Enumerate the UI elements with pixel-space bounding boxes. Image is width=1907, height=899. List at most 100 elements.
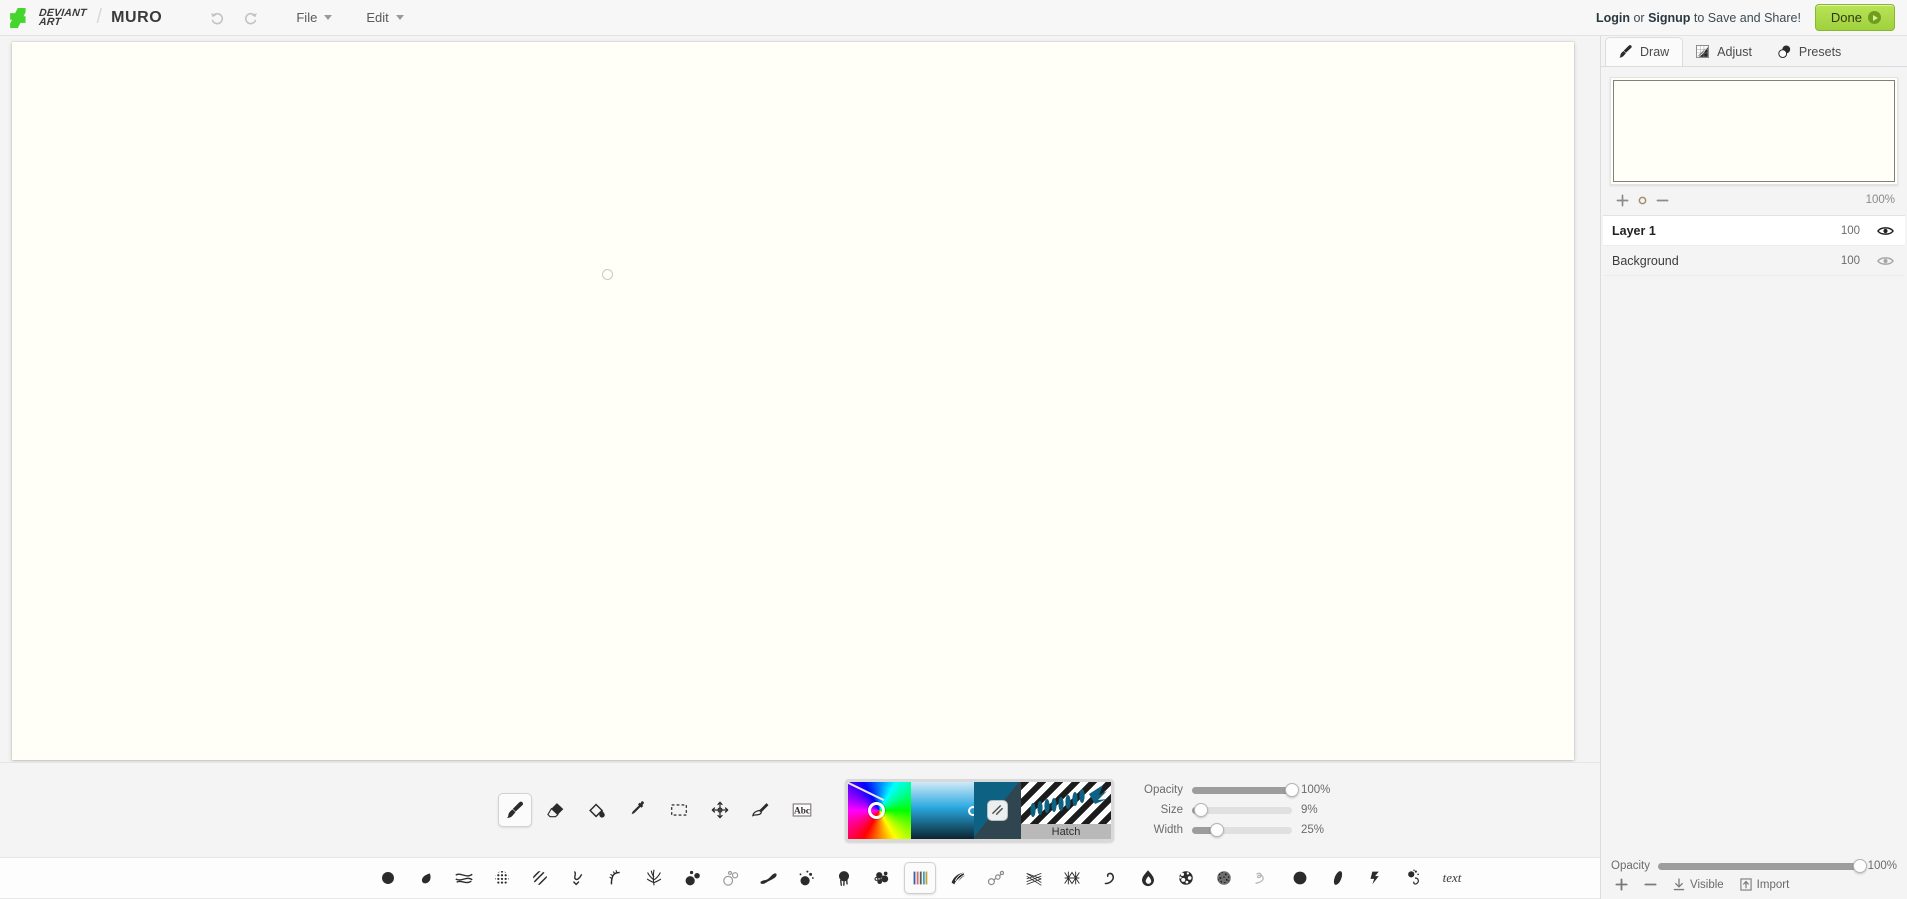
layer-row[interactable]: Background 100	[1603, 246, 1905, 276]
opacity-slider-label: Opacity	[1144, 784, 1183, 796]
menu-edit[interactable]: Edit	[364, 7, 405, 28]
undo-icon[interactable]	[208, 9, 226, 27]
deviantart-mark-icon	[10, 7, 26, 28]
brush-feather[interactable]	[600, 862, 632, 894]
brush-scribble-mesh[interactable]	[1056, 862, 1088, 894]
color-and-brush-block: Hatch	[845, 778, 1114, 842]
brush-oval[interactable]	[1322, 862, 1354, 894]
color-swatch[interactable]	[974, 781, 1021, 839]
brush-solid-dot-icon	[1293, 871, 1307, 885]
zoom-level: 100%	[1865, 194, 1895, 206]
brush-ribbon[interactable]	[448, 862, 480, 894]
select-tool[interactable]	[662, 793, 696, 827]
tab-draw[interactable]: Draw	[1605, 37, 1684, 67]
app-name: MURO	[111, 8, 163, 26]
brush-diagonal[interactable]	[524, 862, 556, 894]
brush-grass[interactable]	[638, 862, 670, 894]
chevron-down-icon	[324, 15, 333, 20]
brush-lightning[interactable]	[1360, 862, 1392, 894]
opacity-slider[interactable]	[1192, 783, 1299, 797]
login-link[interactable]: Login	[1596, 11, 1630, 25]
menu-file[interactable]: File	[294, 7, 334, 28]
brush-icon	[1619, 45, 1632, 58]
swap-colors-icon[interactable]	[987, 799, 1008, 821]
add-layer-button[interactable]	[1615, 878, 1628, 891]
redo-icon[interactable]	[242, 9, 260, 27]
width-slider-handle[interactable]	[1210, 823, 1224, 837]
signup-link[interactable]: Signup	[1648, 11, 1690, 25]
brush-teardrop[interactable]	[410, 862, 442, 894]
brush-round[interactable]	[372, 862, 404, 894]
brush-dotted-grid[interactable]	[486, 862, 518, 894]
brush-curl[interactable]	[1094, 862, 1126, 894]
brush-splatter-icon	[799, 870, 814, 886]
opacity-slider-handle[interactable]	[1285, 783, 1299, 797]
visible-button[interactable]: Visible	[1673, 878, 1724, 891]
text-tool[interactable]: Abc	[785, 793, 819, 827]
color-wheel-handle[interactable]	[868, 801, 885, 819]
brush-drip[interactable]	[828, 862, 860, 894]
brush-cluster[interactable]	[866, 862, 898, 894]
canvas-thumbnail[interactable]	[1610, 77, 1898, 185]
brush-hatch[interactable]	[904, 862, 936, 894]
brush-sketch[interactable]	[1246, 862, 1278, 894]
eye-visible-icon	[1876, 226, 1894, 235]
color-shade-picker[interactable]	[911, 781, 978, 839]
brush-smear[interactable]	[752, 862, 784, 894]
layer-row[interactable]: Layer 1 100	[1603, 216, 1905, 246]
brush-flame[interactable]	[1132, 862, 1164, 894]
tab-presets[interactable]: Presets	[1765, 38, 1854, 66]
brush-chain[interactable]	[980, 862, 1012, 894]
width-slider[interactable]	[1192, 823, 1292, 837]
layer-opacity-slider-fill	[1658, 862, 1860, 870]
brush-zigzag[interactable]	[562, 862, 594, 894]
zoom-reset-button[interactable]	[1632, 191, 1652, 209]
deviantart-wordmark: DEVIANT ART	[38, 7, 87, 28]
done-button[interactable]: Done	[1814, 4, 1895, 31]
brush-text[interactable]: text	[1436, 862, 1468, 894]
brush-splatter[interactable]	[790, 862, 822, 894]
zoom-out-button[interactable]	[1652, 191, 1672, 209]
import-button[interactable]: Import	[1740, 878, 1789, 891]
brush-solid-dot[interactable]	[1284, 862, 1316, 894]
layer-opacity-slider[interactable]	[1658, 859, 1867, 873]
layer-opacity: 100	[1840, 254, 1860, 267]
width-slider-label: Width	[1153, 824, 1183, 836]
tab-draw-label: Draw	[1640, 44, 1670, 59]
size-slider-handle[interactable]	[1194, 803, 1208, 817]
eye-icon[interactable]	[1876, 224, 1894, 238]
brush-spray[interactable]	[1398, 862, 1430, 894]
brush-preview[interactable]: Hatch	[1021, 781, 1111, 839]
brush-bubbles[interactable]	[676, 862, 708, 894]
tab-adjust[interactable]: Adjust	[1683, 38, 1765, 66]
brush-icon	[506, 801, 524, 818]
brush-tool[interactable]	[498, 793, 532, 827]
eye-visible-icon	[1876, 256, 1894, 265]
login-suffix: to Save and Share!	[1690, 10, 1801, 25]
brush-settings-group: Opacity 100% Size 9% Width 25%	[1139, 783, 1335, 837]
muro-app: DEVIANT ART / MURO File Edit Login or Si…	[0, 0, 1907, 899]
brush-weave[interactable]	[1018, 862, 1050, 894]
remove-layer-button[interactable]	[1644, 878, 1657, 891]
size-slider[interactable]	[1192, 803, 1292, 817]
color-wheel[interactable]	[848, 781, 911, 839]
brush-sponge[interactable]	[1170, 862, 1202, 894]
deviantart-logo[interactable]: DEVIANT ART	[10, 7, 87, 28]
brush-outline-circles[interactable]	[714, 862, 746, 894]
brush-fan[interactable]	[942, 862, 974, 894]
bucket-tool[interactable]	[580, 793, 614, 827]
tab-presets-label: Presets	[1798, 44, 1842, 59]
brush-diagonal-icon	[533, 871, 547, 885]
drawing-canvas[interactable]	[12, 42, 1574, 760]
login-prompt: Login or Signup to Save and Share!	[1596, 11, 1801, 25]
header-right-group: Login or Signup to Save and Share! Done	[1596, 4, 1895, 31]
move-tool[interactable]	[703, 793, 737, 827]
marquee-select-icon	[670, 804, 688, 816]
brush-noise[interactable]	[1208, 862, 1240, 894]
zoom-in-button[interactable]	[1612, 191, 1632, 209]
smudge-tool[interactable]	[744, 793, 778, 827]
eraser-tool[interactable]	[539, 793, 573, 827]
eyedropper-tool[interactable]	[621, 793, 655, 827]
layer-opacity-slider-handle[interactable]	[1852, 859, 1867, 873]
eye-icon[interactable]	[1876, 254, 1894, 268]
